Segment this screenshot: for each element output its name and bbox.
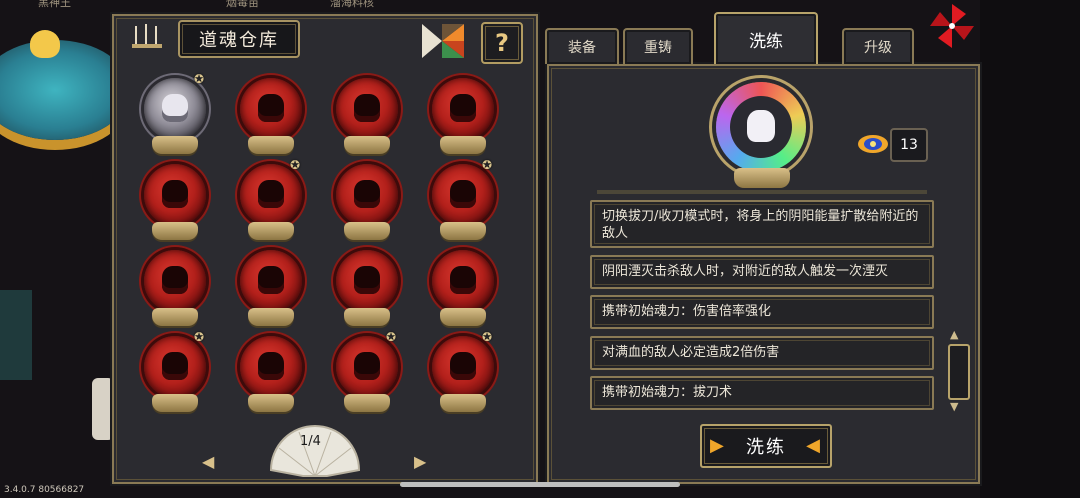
soul-glyph-icon — [450, 266, 476, 294]
orb-stand — [152, 394, 198, 412]
next-page-button[interactable]: ▶ — [414, 452, 426, 471]
arrow-left-icon: ◀ — [806, 435, 822, 456]
soul-orb[interactable] — [140, 164, 210, 248]
soul-glyph-icon — [162, 352, 188, 380]
tab-equip[interactable]: 装备 — [545, 28, 619, 64]
soul-glyph-icon — [747, 110, 775, 142]
orb-stand — [248, 136, 294, 154]
orb-stand — [734, 168, 790, 188]
orb-stand — [440, 308, 486, 326]
star-badge-icon: ✪ — [386, 330, 397, 344]
soul-glyph-icon — [258, 352, 284, 380]
orb-stand — [248, 308, 294, 326]
attribute-line: 切换拔刀/收刀模式时，将身上的阴阳能量扩散给附近的敌人 — [590, 200, 934, 248]
divider — [597, 190, 927, 194]
orb-stand — [248, 222, 294, 240]
orb-stand — [152, 308, 198, 326]
soul-orb[interactable]: ✪ — [140, 72, 210, 162]
tab-upgrade[interactable]: 升级 — [842, 28, 914, 64]
background-duck — [30, 30, 60, 58]
help-button[interactable]: ? — [481, 22, 523, 64]
eye-gem-icon — [858, 135, 888, 153]
soul-orb[interactable]: ✪ — [428, 158, 498, 248]
version-label: 3.4.0.7 80566827 — [4, 485, 85, 495]
soul-orb[interactable] — [428, 78, 498, 162]
scroll-down-arrow-icon[interactable]: ▼ — [950, 400, 958, 413]
orb-stand — [344, 394, 390, 412]
tab-reforge[interactable]: 重铸 — [623, 28, 693, 64]
page-indicator: 1/4 — [300, 434, 321, 449]
prev-page-button[interactable]: ◀ — [202, 452, 214, 471]
soul-orb[interactable]: ✪ — [140, 330, 210, 420]
background-label: 黑神王 — [38, 0, 71, 9]
refine-cost: 13 — [856, 128, 928, 162]
incense-icon — [132, 24, 162, 48]
soul-glyph-icon — [450, 352, 476, 380]
orb-stand — [152, 136, 198, 154]
star-badge-icon: ✪ — [194, 330, 205, 344]
tangram-icon[interactable] — [422, 24, 464, 58]
background-block — [0, 290, 32, 380]
refine-button-label: 洗练 — [746, 437, 786, 458]
soul-glyph-icon — [162, 180, 188, 208]
orb-stand — [152, 222, 198, 240]
attribute-line: 携带初始魂力：拔刀术 — [590, 376, 934, 410]
soul-orb[interactable]: ✪ — [236, 158, 306, 248]
attribute-line: 携带初始魂力：伤害倍率强化 — [590, 295, 934, 329]
orb-stand — [440, 136, 486, 154]
refine-button[interactable]: ▶ 洗练 ◀ — [700, 424, 832, 468]
soul-glyph-icon — [450, 94, 476, 122]
soul-glyph-icon — [354, 266, 380, 294]
attribute-line: 阴阳湮灭击杀敌人时，对附近的敌人触发一次湮灭 — [590, 255, 934, 289]
soul-glyph-icon — [258, 266, 284, 294]
tab-refine[interactable]: 洗练 — [714, 12, 818, 64]
star-badge-icon: ✪ — [482, 158, 493, 172]
soul-glyph-icon — [258, 180, 284, 208]
soul-orb[interactable]: ✪ — [428, 330, 498, 420]
soul-glyph-icon — [450, 180, 476, 208]
background-right — [980, 0, 1080, 498]
soul-glyph-icon — [354, 180, 380, 208]
soul-orb[interactable] — [332, 250, 402, 334]
star-badge-icon: ✪ — [482, 330, 493, 344]
attribute-line: 对满血的敌人必定造成2倍伤害 — [590, 336, 934, 370]
orb-stand — [344, 222, 390, 240]
background-label: 烟毒苗 — [226, 0, 259, 9]
soul-orb[interactable] — [236, 250, 306, 334]
soul-orb[interactable] — [236, 78, 306, 162]
selected-soul-orb — [716, 82, 808, 188]
soul-orb[interactable] — [140, 250, 210, 334]
soul-glyph-icon — [258, 94, 284, 122]
arrow-right-icon: ▶ — [710, 435, 726, 456]
soul-orb[interactable]: ✪ — [332, 330, 402, 420]
soul-glyph-icon — [354, 94, 380, 122]
soul-glyph-icon — [354, 352, 380, 380]
orb-stand — [440, 222, 486, 240]
orb-stand — [344, 308, 390, 326]
star-badge-icon: ✪ — [194, 72, 205, 86]
soul-orb[interactable] — [428, 250, 498, 334]
soul-orb[interactable] — [332, 78, 402, 162]
orb-stand — [440, 394, 486, 412]
scroll-up-arrow-icon[interactable]: ▲ — [950, 328, 958, 341]
home-indicator — [400, 482, 680, 487]
star-badge-icon: ✪ — [290, 158, 301, 172]
soul-glyph-icon — [162, 94, 188, 122]
orb-stand — [344, 136, 390, 154]
storage-title: 道魂仓库 — [178, 20, 300, 58]
pinwheel-icon — [930, 4, 974, 48]
refine-cost-count: 13 — [890, 128, 928, 162]
soul-orb[interactable] — [236, 336, 306, 420]
soul-glyph-icon — [162, 266, 188, 294]
background-label: 溜海料核 — [330, 0, 374, 9]
soul-orb[interactable] — [332, 164, 402, 248]
orb-stand — [248, 394, 294, 412]
scrollbar-thumb[interactable] — [948, 344, 970, 400]
